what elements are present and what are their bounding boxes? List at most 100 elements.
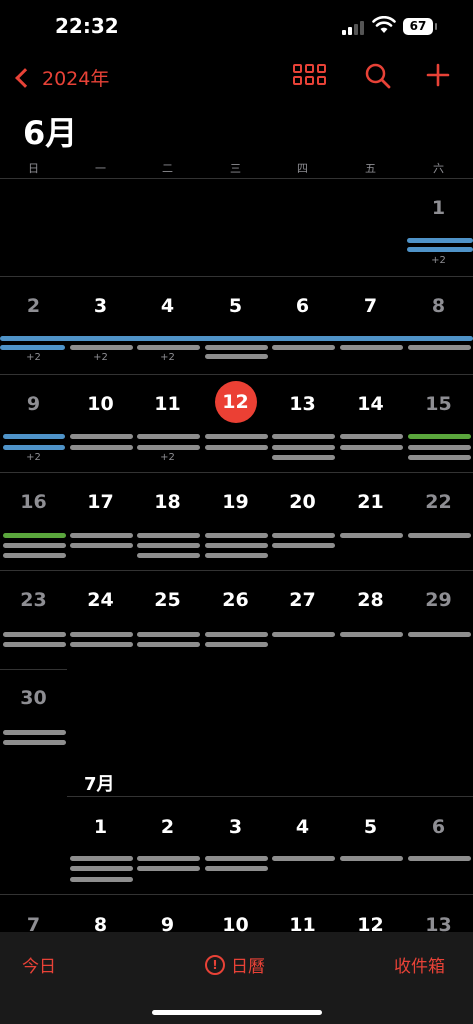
today-button[interactable]: 今日 <box>22 952 56 977</box>
search-icon[interactable] <box>364 62 392 90</box>
day-number[interactable]: 24 <box>67 589 134 611</box>
event-bar[interactable] <box>70 434 133 439</box>
event-bar[interactable] <box>340 434 403 439</box>
more-events-label[interactable]: +2 <box>405 255 472 266</box>
event-bar[interactable] <box>340 632 403 637</box>
event-bar[interactable] <box>137 866 200 871</box>
event-bar[interactable] <box>137 445 200 450</box>
day-number[interactable]: 28 <box>337 589 404 611</box>
day-number[interactable]: 17 <box>67 491 134 513</box>
day-number-today[interactable]: 12 <box>202 391 269 413</box>
day-number[interactable]: 27 <box>269 589 336 611</box>
event-bar[interactable] <box>70 632 133 637</box>
event-bar[interactable] <box>137 642 200 647</box>
event-bar[interactable] <box>205 533 268 538</box>
more-events-label[interactable]: +2 <box>134 352 201 363</box>
day-number[interactable]: 22 <box>405 491 472 513</box>
event-bar[interactable] <box>3 740 66 745</box>
day-number[interactable]: 19 <box>202 491 269 513</box>
day-number[interactable]: 18 <box>134 491 201 513</box>
event-bar[interactable] <box>408 345 471 350</box>
day-number[interactable]: 6 <box>405 816 472 838</box>
event-bar[interactable] <box>70 866 133 871</box>
event-bar[interactable] <box>340 856 403 861</box>
event-bar[interactable] <box>272 345 335 350</box>
event-bar[interactable] <box>272 856 335 861</box>
event-bar[interactable] <box>3 434 65 439</box>
event-bar[interactable] <box>272 455 335 460</box>
more-events-label[interactable]: +2 <box>134 452 201 463</box>
day-number[interactable]: 29 <box>405 589 472 611</box>
event-bar[interactable] <box>70 445 133 450</box>
event-bar[interactable] <box>70 543 133 548</box>
day-number[interactable]: 5 <box>337 816 404 838</box>
day-number[interactable]: 6 <box>269 295 336 317</box>
day-number[interactable]: 9 <box>0 393 67 415</box>
day-number[interactable]: 4 <box>134 295 201 317</box>
day-number[interactable]: 2 <box>134 816 201 838</box>
event-bar[interactable] <box>3 445 65 450</box>
day-number[interactable]: 1 <box>67 816 134 838</box>
event-bar[interactable] <box>70 877 133 882</box>
event-bar[interactable] <box>70 856 133 861</box>
event-bar[interactable] <box>205 642 268 647</box>
event-bar[interactable] <box>137 632 200 637</box>
event-bar[interactable] <box>205 354 268 359</box>
event-bar[interactable] <box>407 238 473 243</box>
event-bar[interactable] <box>407 247 473 252</box>
event-bar[interactable] <box>272 434 335 439</box>
day-number[interactable]: 3 <box>67 295 134 317</box>
day-number[interactable]: 21 <box>337 491 404 513</box>
event-bar[interactable] <box>205 866 268 871</box>
event-bar[interactable] <box>205 553 268 558</box>
day-number[interactable]: 10 <box>67 393 134 415</box>
day-number[interactable]: 16 <box>0 491 67 513</box>
event-bar[interactable] <box>408 445 471 450</box>
day-number[interactable]: 11 <box>134 393 201 415</box>
event-bar[interactable] <box>340 533 403 538</box>
back-button[interactable]: 2024年 <box>14 64 109 91</box>
day-number[interactable]: 26 <box>202 589 269 611</box>
event-bar[interactable] <box>408 856 471 861</box>
event-bar[interactable] <box>70 533 133 538</box>
day-number[interactable]: 8 <box>405 295 472 317</box>
day-number[interactable]: 4 <box>269 816 336 838</box>
event-bar[interactable] <box>137 533 200 538</box>
event-bar[interactable] <box>3 642 66 647</box>
event-bar[interactable] <box>70 345 133 350</box>
day-number[interactable]: 20 <box>269 491 336 513</box>
event-bar[interactable] <box>3 553 66 558</box>
event-bar[interactable] <box>0 336 473 341</box>
event-bar[interactable] <box>272 445 335 450</box>
day-number[interactable]: 5 <box>202 295 269 317</box>
event-bar[interactable] <box>205 445 268 450</box>
event-bar[interactable] <box>137 856 200 861</box>
event-bar[interactable] <box>340 445 403 450</box>
event-bar[interactable] <box>3 543 66 548</box>
inbox-button[interactable]: 收件箱 <box>394 952 445 977</box>
event-bar[interactable] <box>3 730 66 735</box>
event-bar[interactable] <box>0 345 65 350</box>
event-bar[interactable] <box>137 434 200 439</box>
day-number[interactable]: 25 <box>134 589 201 611</box>
more-events-label[interactable]: +2 <box>67 352 134 363</box>
event-bar[interactable] <box>408 434 471 439</box>
event-bar[interactable] <box>408 632 471 637</box>
year-grid-icon[interactable] <box>293 64 327 88</box>
event-bar[interactable] <box>205 543 268 548</box>
day-number[interactable]: 15 <box>405 393 472 415</box>
event-bar[interactable] <box>70 642 133 647</box>
event-bar[interactable] <box>205 345 268 350</box>
event-bar[interactable] <box>272 533 335 538</box>
day-number[interactable]: 3 <box>202 816 269 838</box>
event-bar[interactable] <box>137 345 200 350</box>
event-bar[interactable] <box>3 632 66 637</box>
event-bar[interactable] <box>205 434 268 439</box>
more-events-label[interactable]: +2 <box>0 452 67 463</box>
more-events-label[interactable]: +2 <box>0 352 67 363</box>
event-bar[interactable] <box>272 543 335 548</box>
event-bar[interactable] <box>3 533 66 538</box>
day-number[interactable]: 13 <box>269 393 336 415</box>
event-bar[interactable] <box>137 543 200 548</box>
calendars-button[interactable]: ! 日曆 <box>205 952 265 977</box>
